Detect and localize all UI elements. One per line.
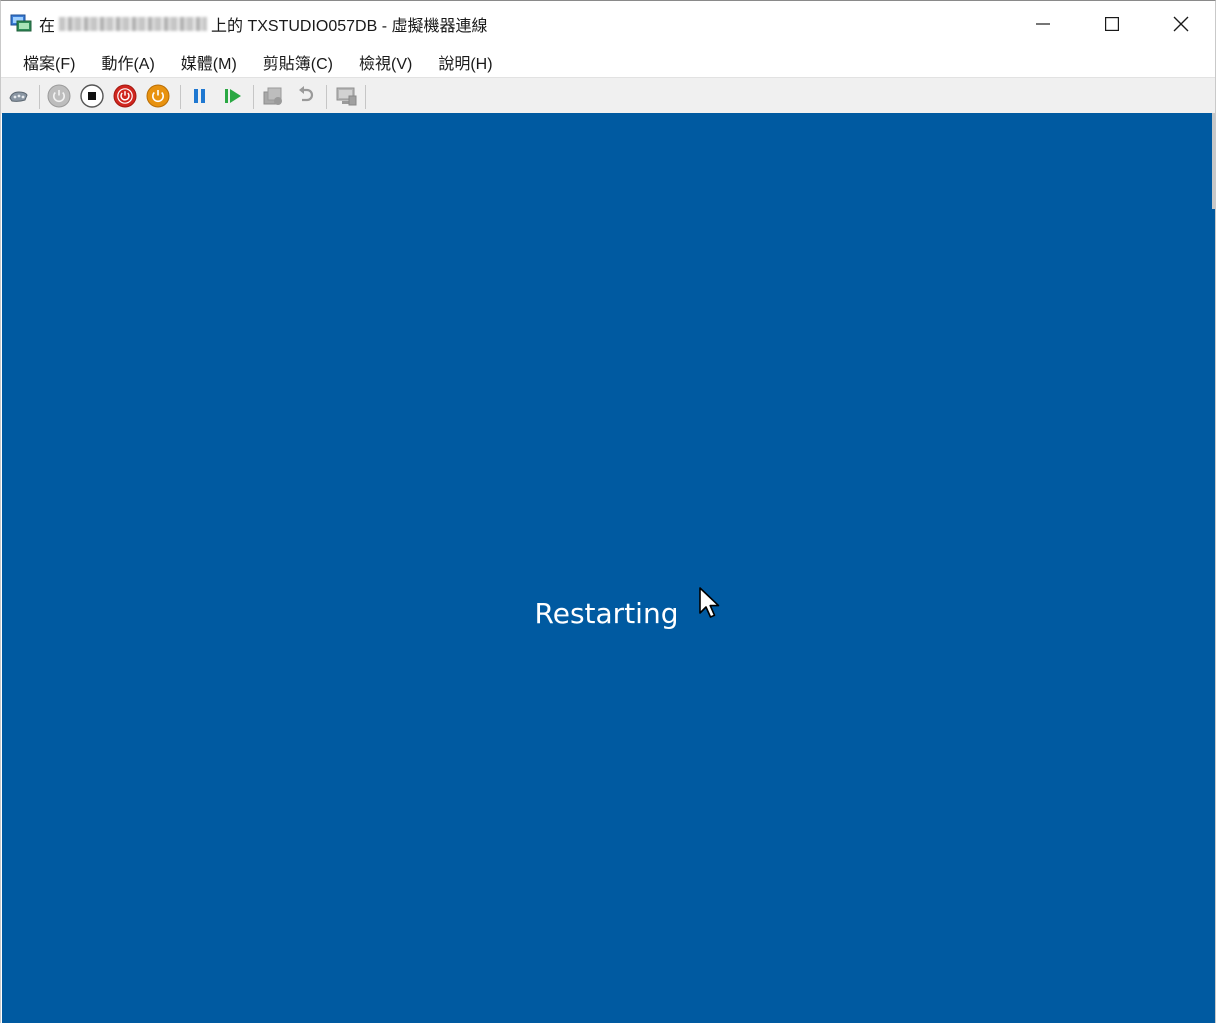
- save-button[interactable]: [145, 83, 171, 109]
- maximize-button[interactable]: [1077, 1, 1146, 46]
- title-suffix: 上的 TXSTUDIO057DB - 虛擬機器連線: [211, 18, 488, 35]
- menu-file[interactable]: 檔案(F): [13, 46, 85, 78]
- mouse-cursor-icon: [699, 587, 720, 618]
- vm-connection-window: 在 上的 TXSTUDIO057DB - 虛擬機器連線 檔案(F) 動作(A) …: [0, 0, 1216, 1023]
- shut-down-button[interactable]: [112, 83, 138, 109]
- minimize-icon: [1035, 22, 1050, 25]
- start-button[interactable]: [46, 83, 72, 109]
- shut-down-icon: [113, 84, 137, 108]
- window-title: 在 上的 TXSTUDIO057DB - 虛擬機器連線: [39, 14, 488, 35]
- close-icon: [1173, 16, 1188, 31]
- window-edge-shadow: [1212, 113, 1215, 209]
- maximize-icon: [1104, 16, 1119, 31]
- vm-connection-icon: [10, 14, 32, 32]
- close-button[interactable]: [1146, 1, 1215, 46]
- menu-bar: 檔案(F) 動作(A) 媒體(M) 剪貼簿(C) 檢視(V) 說明(H): [1, 46, 1215, 77]
- start-icon: [47, 84, 71, 108]
- toolbar: [1, 77, 1215, 114]
- toolbar-separator: [326, 85, 327, 109]
- menu-clipboard[interactable]: 剪貼簿(C): [253, 46, 343, 78]
- turn-off-button[interactable]: [79, 83, 105, 109]
- menu-action[interactable]: 動作(A): [91, 46, 164, 78]
- enhanced-session-button[interactable]: [333, 83, 359, 109]
- resume-button[interactable]: [220, 83, 246, 109]
- save-icon: [146, 84, 170, 108]
- toolbar-separator: [253, 85, 254, 109]
- resume-icon: [225, 89, 241, 103]
- menu-view[interactable]: 檢視(V): [349, 46, 422, 78]
- title-prefix: 在: [39, 18, 56, 35]
- revert-icon: [299, 86, 314, 102]
- enhanced-session-icon: [336, 87, 357, 106]
- window-controls: [1008, 1, 1215, 46]
- vm-display[interactable]: Restarting: [2, 113, 1215, 1023]
- toolbar-separator: [180, 85, 181, 109]
- revert-button[interactable]: [293, 83, 319, 109]
- pause-icon: [194, 89, 205, 103]
- menu-media[interactable]: 媒體(M): [171, 46, 247, 78]
- menu-help[interactable]: 說明(H): [428, 46, 502, 78]
- minimize-button[interactable]: [1008, 1, 1077, 46]
- checkpoint-button[interactable]: [260, 83, 286, 109]
- title-bar[interactable]: 在 上的 TXSTUDIO057DB - 虛擬機器連線: [1, 1, 1215, 46]
- redacted-host-name: [59, 17, 208, 31]
- ctrl-alt-del-icon: [9, 91, 28, 102]
- ctrl-alt-del-button[interactable]: [6, 83, 32, 109]
- toolbar-separator: [365, 85, 366, 109]
- pause-button[interactable]: [187, 83, 213, 109]
- toolbar-separator: [39, 85, 40, 109]
- checkpoint-icon: [263, 87, 282, 105]
- turn-off-icon: [80, 84, 104, 108]
- vm-status-text: Restarting: [534, 597, 679, 630]
